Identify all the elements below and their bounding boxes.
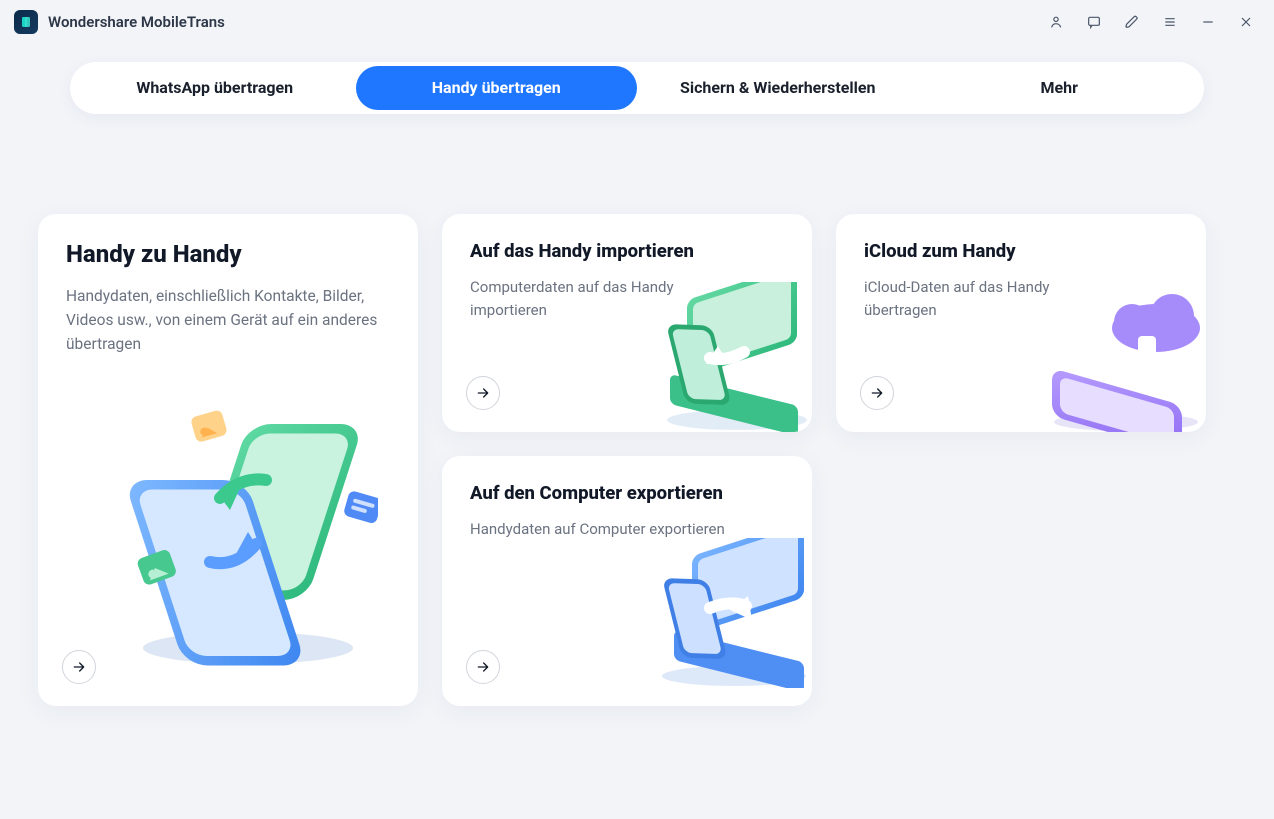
card-title: Auf den Computer exportieren [470,482,784,504]
close-icon[interactable] [1238,14,1254,30]
tab-more[interactable]: Mehr [919,66,1201,110]
edit-icon[interactable] [1124,14,1140,30]
phones-illustration [98,410,378,670]
card-title: iCloud zum Handy [864,240,1178,262]
card-desc: Handydaten, einschließlich Kontakte, Bil… [66,284,386,356]
window-controls [1048,14,1254,30]
content-grid: Handy zu Handy Handydaten, einschließlic… [0,114,1274,706]
tab-whatsapp[interactable]: WhatsApp übertragen [74,66,356,110]
card-phone-to-phone[interactable]: Handy zu Handy Handydaten, einschließlic… [38,214,418,706]
arrow-button[interactable] [466,376,500,410]
menu-icon[interactable] [1162,14,1178,30]
card-desc: Computerdaten auf das Handy importieren [470,276,730,323]
card-import-to-phone[interactable]: Auf das Handy importieren Computerdaten … [442,214,812,432]
tab-backup-restore[interactable]: Sichern & Wiederherstellen [637,66,919,110]
card-export-to-computer[interactable]: Auf den Computer exportieren Handydaten … [442,456,812,706]
titlebar: Wondershare MobileTrans [0,0,1274,44]
card-title: Handy zu Handy [66,240,390,268]
arrow-button[interactable] [860,376,894,410]
feedback-icon[interactable] [1086,14,1102,30]
app-logo [14,10,38,34]
tabs-container: WhatsApp übertragen Handy übertragen Sic… [0,44,1274,114]
phone-to-laptop-illustration [632,538,812,688]
arrow-button[interactable] [466,650,500,684]
card-title: Auf das Handy importieren [470,240,784,262]
arrow-button[interactable] [62,650,96,684]
titlebar-left: Wondershare MobileTrans [14,10,225,34]
card-desc: Handydaten auf Computer exportieren [470,518,730,541]
main-tabs: WhatsApp übertragen Handy übertragen Sic… [70,62,1204,114]
app-title: Wondershare MobileTrans [48,13,225,31]
card-icloud-to-phone[interactable]: iCloud zum Handy iCloud-Daten auf das Ha… [836,214,1206,432]
account-icon[interactable] [1048,14,1064,30]
card-desc: iCloud-Daten auf das Handy übertragen [864,276,1124,323]
tab-phone-transfer[interactable]: Handy übertragen [356,66,638,110]
minimize-icon[interactable] [1200,14,1216,30]
